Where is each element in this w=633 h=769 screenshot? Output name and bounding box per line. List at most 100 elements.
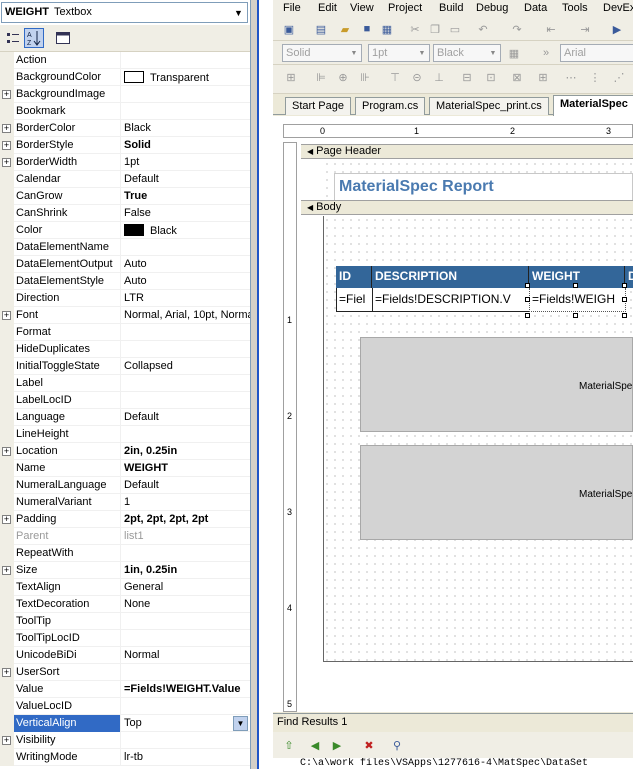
property-row[interactable]: NumeralVariant 1 [0,494,250,511]
resize-handle[interactable] [573,283,578,288]
previous-result-icon[interactable]: ◀ [307,737,323,753]
column-divider[interactable] [120,409,121,426]
align-middles-icon[interactable]: ⊝ [409,69,425,85]
property-row[interactable]: Name WEIGHT [0,460,250,477]
expand-icon[interactable]: + [2,311,11,320]
property-value[interactable]: Default [124,173,250,185]
border-style-combo[interactable]: Solid ▼ [282,44,362,62]
increase-spacing-icon[interactable]: ⋮ [587,69,603,85]
column-divider[interactable] [120,477,121,494]
property-row[interactable]: Label [0,375,250,392]
property-value[interactable]: Default [124,479,250,491]
column-divider[interactable] [120,222,121,239]
property-value[interactable]: list1 [124,530,250,542]
property-value[interactable]: Normal, Arial, 10pt, Normal [124,309,250,321]
menu-view[interactable]: View [350,2,374,14]
tab-materialspec[interactable]: MaterialSpec [553,95,633,116]
property-value[interactable]: None [124,598,250,610]
detail-weight-cell[interactable]: =Fields!WEIGH [529,288,626,312]
report-title-textbox[interactable]: MaterialSpec Report [334,173,633,201]
column-divider[interactable] [120,443,121,460]
column-divider[interactable] [120,681,121,698]
expand-icon[interactable]: + [2,566,11,575]
column-divider[interactable] [120,103,121,120]
property-row[interactable]: VerticalAlign Top ▼ [0,715,250,732]
column-divider[interactable] [120,205,121,222]
property-row[interactable]: + BorderWidth 1pt [0,154,250,171]
border-color-combo[interactable]: Black ▼ [433,44,501,62]
property-row[interactable]: TextDecoration None [0,596,250,613]
property-row[interactable]: WritingMode lr-tb [0,749,250,766]
column-divider[interactable] [120,630,121,647]
column-header-id[interactable]: ID [336,266,372,288]
make-same-size-icon[interactable]: ⊠ [509,69,525,85]
stop-find-icon[interactable]: ⚲ [389,737,405,753]
resize-handle[interactable] [525,313,530,318]
property-value[interactable]: 1 [124,496,250,508]
navigate-forward-icon[interactable]: ⇥ [577,21,593,37]
column-divider[interactable] [120,613,121,630]
property-row[interactable]: + Location 2in, 0.25in [0,443,250,460]
column-divider[interactable] [120,715,121,732]
menu-tools[interactable]: Tools [562,2,588,14]
menu-edit[interactable]: Edit [318,2,337,14]
resize-handle[interactable] [573,313,578,318]
menu-data[interactable]: Data [524,2,547,14]
column-divider[interactable] [120,698,121,715]
expand-icon[interactable]: + [2,515,11,524]
column-divider[interactable] [120,579,121,596]
column-divider[interactable] [120,273,121,290]
property-value[interactable]: lr-tb [124,751,250,763]
font-combo[interactable]: Arial [560,44,633,62]
property-row[interactable]: Calendar Default [0,171,250,188]
add-project-icon[interactable]: ▣ [281,21,297,37]
expand-icon[interactable]: + [2,447,11,456]
detail-id-cell[interactable]: =Fiel [336,288,373,312]
find-result-line[interactable]: C:\a\work files\VSApps\1277616-4\MatSpec… [273,758,633,769]
property-value[interactable]: =Fields!WEIGHT.Value [124,683,250,695]
alphabetical-icon[interactable]: AZ [24,28,44,48]
property-row[interactable]: CanShrink False [0,205,250,222]
border-icon[interactable]: ▦ [506,45,522,61]
column-divider[interactable] [120,375,121,392]
column-header-description[interactable]: DESCRIPTION [372,266,529,288]
property-row[interactable]: LineHeight [0,426,250,443]
save-all-icon[interactable]: ▦ [379,21,395,37]
column-divider[interactable] [120,324,121,341]
column-divider[interactable] [120,545,121,562]
expand-icon[interactable]: + [2,90,11,99]
property-value[interactable]: 1in, 0.25in [124,564,250,576]
open-folder-icon[interactable]: ▰ [337,21,353,37]
subreport-box-2[interactable]: MaterialSpe [360,445,633,540]
cut-icon[interactable]: ✂ [407,21,423,37]
body-band[interactable]: ◀ Body [301,200,633,215]
copy-icon[interactable]: ❐ [427,21,443,37]
column-divider[interactable] [120,256,121,273]
add-item-icon[interactable]: ▤ [313,21,329,37]
property-value[interactable]: Collapsed [124,360,250,372]
column-divider[interactable] [120,664,121,681]
column-divider[interactable] [120,120,121,137]
property-row[interactable]: BackgroundColor Transparent [0,69,250,86]
start-debug-icon[interactable]: ▶ [609,21,625,37]
column-divider[interactable] [120,358,121,375]
resize-handle[interactable] [622,283,627,288]
property-row[interactable]: DataElementName [0,239,250,256]
property-row[interactable]: CanGrow True [0,188,250,205]
align-lefts-icon[interactable]: ⊫ [313,69,329,85]
property-value[interactable]: WEIGHT [124,462,250,474]
column-divider[interactable] [120,562,121,579]
column-divider[interactable] [120,647,121,664]
property-value[interactable]: Transparent [124,71,250,84]
column-divider[interactable] [120,528,121,545]
column-divider[interactable] [120,341,121,358]
column-divider[interactable] [120,511,121,528]
go-to-location-icon[interactable]: ⇧ [281,737,297,753]
clear-all-icon[interactable]: ✖ [361,737,377,753]
column-divider[interactable] [120,392,121,409]
column-divider[interactable] [120,188,121,205]
property-value[interactable]: True [124,190,250,202]
overflow-icon[interactable]: » [538,45,554,61]
column-divider[interactable] [120,290,121,307]
horizontal-spacing-icon[interactable]: ⋯ [563,69,579,85]
